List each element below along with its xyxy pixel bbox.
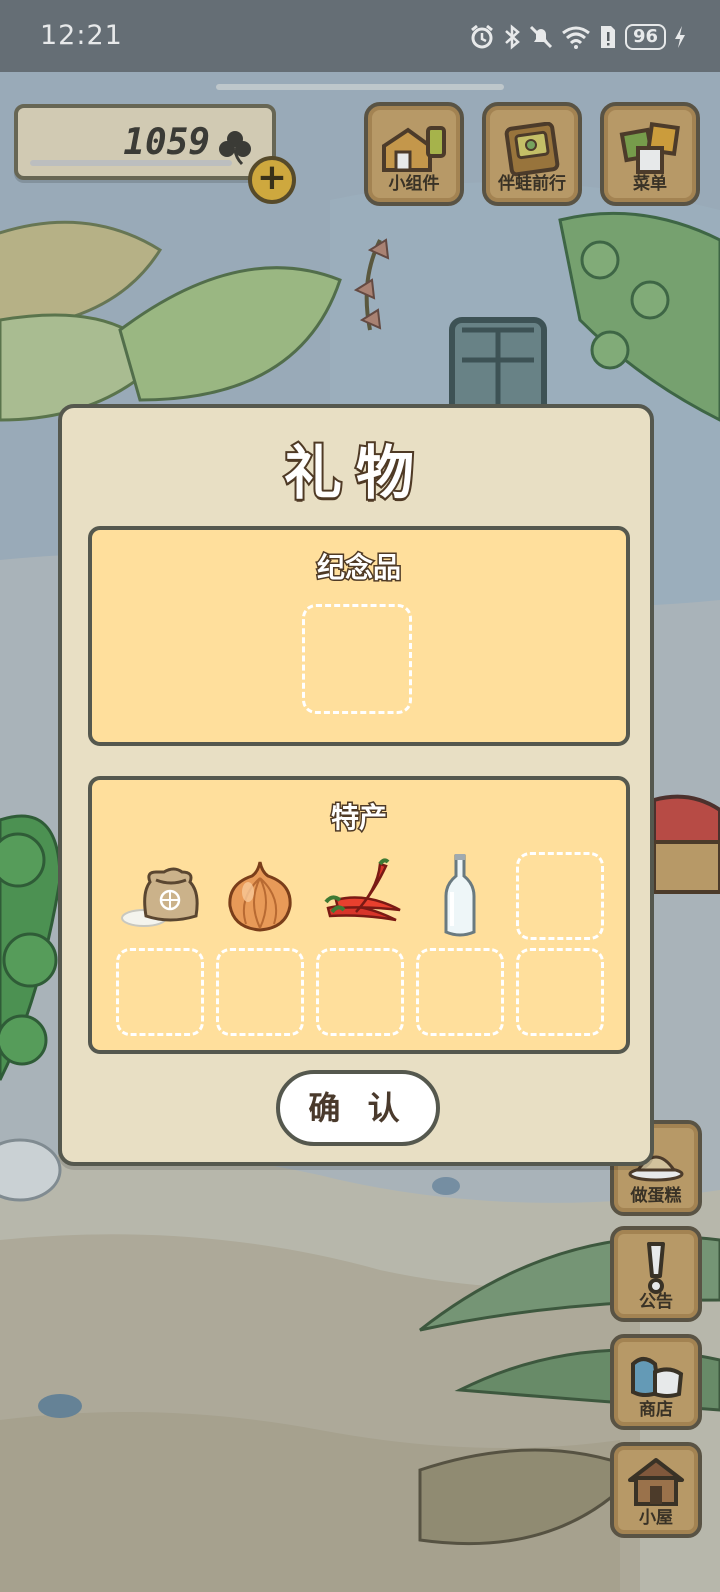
bottle-item[interactable] [416,852,504,940]
souvenir-slot[interactable] [302,604,412,714]
rice-bag-item[interactable] [116,852,204,940]
specialty-slot-empty[interactable] [416,948,504,1036]
souvenir-title: 纪念品 [315,550,402,586]
confirm-button[interactable]: 确 认 [276,1070,440,1146]
specialty-slot-empty[interactable] [216,948,304,1036]
onion-item[interactable] [216,852,304,940]
gift-dialog: 礼物 纪念品 特产 确 认 [58,404,654,1166]
onion-icon [228,861,292,932]
dialog-title: 礼物 [282,437,428,509]
specialty-slot-empty[interactable] [516,948,604,1036]
chili-peppers-icon [324,858,401,922]
specialty-slot-empty[interactable] [516,852,604,940]
specialty-slot-empty[interactable] [316,948,404,1036]
souvenir-section: 纪念品 [88,526,630,746]
specialty-slot-empty[interactable] [116,948,204,1036]
chili-peppers-item[interactable] [316,852,404,940]
bottle-icon [444,854,476,937]
specialty-section: 特产 [88,776,630,1054]
rice-bag-icon [121,867,199,927]
specialty-title: 特产 [329,800,388,836]
